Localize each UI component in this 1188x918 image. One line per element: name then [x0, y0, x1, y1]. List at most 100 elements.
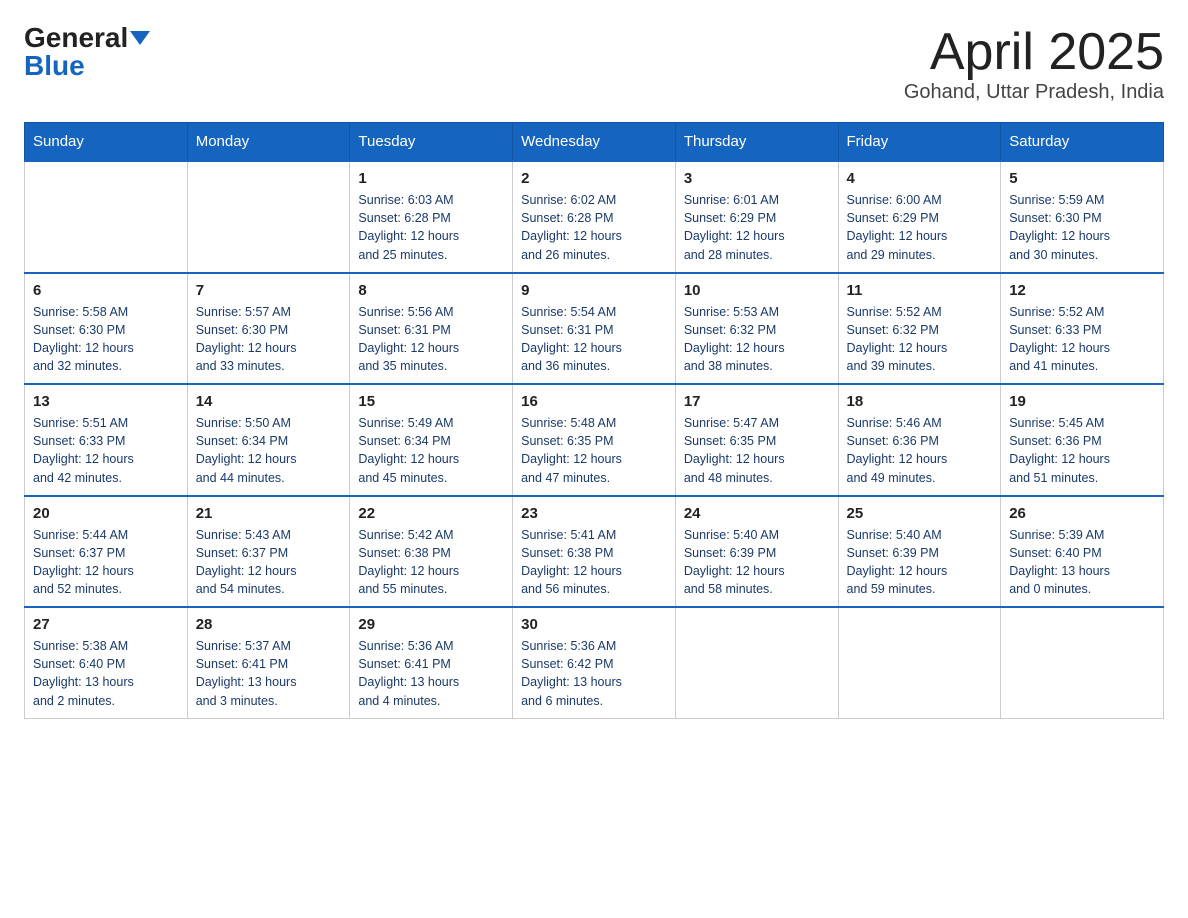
day-info: Sunrise: 5:41 AM Sunset: 6:38 PM Dayligh…	[521, 526, 667, 599]
day-info: Sunrise: 5:42 AM Sunset: 6:38 PM Dayligh…	[358, 526, 504, 599]
day-info: Sunrise: 5:36 AM Sunset: 6:41 PM Dayligh…	[358, 637, 504, 710]
day-info: Sunrise: 5:44 AM Sunset: 6:37 PM Dayligh…	[33, 526, 179, 599]
day-number: 6	[33, 282, 179, 299]
day-info: Sunrise: 5:53 AM Sunset: 6:32 PM Dayligh…	[684, 303, 830, 376]
day-of-week-header: Friday	[838, 123, 1001, 162]
day-of-week-header: Saturday	[1001, 123, 1164, 162]
day-info: Sunrise: 5:58 AM Sunset: 6:30 PM Dayligh…	[33, 303, 179, 376]
calendar-day-cell: 26 Sunrise: 5:39 AM Sunset: 6:40 PM Dayli…	[1001, 496, 1164, 608]
day-number: 11	[847, 282, 993, 299]
calendar-day-cell	[1001, 607, 1164, 718]
calendar-day-cell: 11 Sunrise: 5:52 AM Sunset: 6:32 PM Dayli…	[838, 273, 1001, 385]
calendar-day-cell: 30Sunrise: 5:36 AM Sunset: 6:42 PM Dayli…	[513, 607, 676, 718]
day-info: Sunrise: 5:56 AM Sunset: 6:31 PM Dayligh…	[358, 303, 504, 376]
calendar-day-cell: 18Sunrise: 5:46 AM Sunset: 6:36 PM Dayli…	[838, 384, 1001, 496]
day-info: Sunrise: 5:49 AM Sunset: 6:34 PM Dayligh…	[358, 414, 504, 487]
calendar-day-cell: 28 Sunrise: 5:37 AM Sunset: 6:41 PM Dayli…	[187, 607, 350, 718]
calendar-day-cell: 6 Sunrise: 5:58 AM Sunset: 6:30 PM Daylig…	[25, 273, 188, 385]
day-info: Sunrise: 5:50 AM Sunset: 6:34 PM Dayligh…	[196, 414, 342, 487]
calendar-body: 1Sunrise: 6:03 AM Sunset: 6:28 PM Daylig…	[25, 161, 1164, 718]
calendar-table: SundayMondayTuesdayWednesdayThursdayFrid…	[24, 122, 1164, 719]
calendar-day-cell: 7Sunrise: 5:57 AM Sunset: 6:30 PM Daylig…	[187, 273, 350, 385]
day-info: Sunrise: 5:45 AM Sunset: 6:36 PM Dayligh…	[1009, 414, 1155, 487]
day-number: 14	[196, 393, 342, 410]
day-info: Sunrise: 5:48 AM Sunset: 6:35 PM Dayligh…	[521, 414, 667, 487]
day-info: Sunrise: 5:38 AM Sunset: 6:40 PM Dayligh…	[33, 637, 179, 710]
calendar-day-cell	[25, 161, 188, 273]
calendar-day-cell: 10 Sunrise: 5:53 AM Sunset: 6:32 PM Dayli…	[675, 273, 838, 385]
day-info: Sunrise: 5:47 AM Sunset: 6:35 PM Dayligh…	[684, 414, 830, 487]
days-of-week-row: SundayMondayTuesdayWednesdayThursdayFrid…	[25, 123, 1164, 162]
day-number: 24	[684, 505, 830, 522]
calendar-week-row: 27 Sunrise: 5:38 AM Sunset: 6:40 PM Dayli…	[25, 607, 1164, 718]
day-of-week-header: Wednesday	[513, 123, 676, 162]
day-number: 13	[33, 393, 179, 410]
calendar-day-cell: 24 Sunrise: 5:40 AM Sunset: 6:39 PM Dayli…	[675, 496, 838, 608]
day-info: Sunrise: 6:01 AM Sunset: 6:29 PM Dayligh…	[684, 191, 830, 264]
calendar-day-cell: 12 Sunrise: 5:52 AM Sunset: 6:33 PM Dayli…	[1001, 273, 1164, 385]
calendar-day-cell	[187, 161, 350, 273]
logo-blue: Blue	[24, 52, 85, 80]
day-number: 9	[521, 282, 667, 299]
day-number: 26	[1009, 505, 1155, 522]
day-info: Sunrise: 5:39 AM Sunset: 6:40 PM Dayligh…	[1009, 526, 1155, 599]
day-info: Sunrise: 6:00 AM Sunset: 6:29 PM Dayligh…	[847, 191, 993, 264]
calendar-day-cell: 5 Sunrise: 5:59 AM Sunset: 6:30 PM Daylig…	[1001, 161, 1164, 273]
calendar-week-row: 13 Sunrise: 5:51 AM Sunset: 6:33 PM Dayli…	[25, 384, 1164, 496]
calendar-day-cell: 4 Sunrise: 6:00 AM Sunset: 6:29 PM Daylig…	[838, 161, 1001, 273]
day-info: Sunrise: 5:59 AM Sunset: 6:30 PM Dayligh…	[1009, 191, 1155, 264]
day-of-week-header: Tuesday	[350, 123, 513, 162]
day-number: 20	[33, 505, 179, 522]
day-number: 2	[521, 170, 667, 187]
day-info: Sunrise: 5:52 AM Sunset: 6:32 PM Dayligh…	[847, 303, 993, 376]
day-number: 22	[358, 505, 504, 522]
day-number: 4	[847, 170, 993, 187]
logo: General Blue	[24, 24, 150, 80]
day-number: 3	[684, 170, 830, 187]
day-info: Sunrise: 5:36 AM Sunset: 6:42 PM Dayligh…	[521, 637, 667, 710]
day-of-week-header: Monday	[187, 123, 350, 162]
day-number: 29	[358, 616, 504, 633]
calendar-day-cell	[675, 607, 838, 718]
day-number: 28	[196, 616, 342, 633]
day-number: 12	[1009, 282, 1155, 299]
calendar-day-cell: 23Sunrise: 5:41 AM Sunset: 6:38 PM Dayli…	[513, 496, 676, 608]
day-info: Sunrise: 6:02 AM Sunset: 6:28 PM Dayligh…	[521, 191, 667, 264]
day-number: 21	[196, 505, 342, 522]
calendar-day-cell: 8 Sunrise: 5:56 AM Sunset: 6:31 PM Daylig…	[350, 273, 513, 385]
day-info: Sunrise: 5:51 AM Sunset: 6:33 PM Dayligh…	[33, 414, 179, 487]
calendar-week-row: 20 Sunrise: 5:44 AM Sunset: 6:37 PM Dayli…	[25, 496, 1164, 608]
day-info: Sunrise: 6:03 AM Sunset: 6:28 PM Dayligh…	[358, 191, 504, 264]
calendar-day-cell: 17Sunrise: 5:47 AM Sunset: 6:35 PM Dayli…	[675, 384, 838, 496]
calendar-day-cell: 19 Sunrise: 5:45 AM Sunset: 6:36 PM Dayli…	[1001, 384, 1164, 496]
day-info: Sunrise: 5:37 AM Sunset: 6:41 PM Dayligh…	[196, 637, 342, 710]
day-info: Sunrise: 5:54 AM Sunset: 6:31 PM Dayligh…	[521, 303, 667, 376]
day-number: 15	[358, 393, 504, 410]
calendar-location: Gohand, Uttar Pradesh, India	[904, 81, 1164, 104]
day-number: 10	[684, 282, 830, 299]
calendar-header: SundayMondayTuesdayWednesdayThursdayFrid…	[25, 123, 1164, 162]
day-number: 5	[1009, 170, 1155, 187]
day-info: Sunrise: 5:40 AM Sunset: 6:39 PM Dayligh…	[684, 526, 830, 599]
day-number: 8	[358, 282, 504, 299]
day-of-week-header: Sunday	[25, 123, 188, 162]
calendar-week-row: 1Sunrise: 6:03 AM Sunset: 6:28 PM Daylig…	[25, 161, 1164, 273]
calendar-day-cell: 15 Sunrise: 5:49 AM Sunset: 6:34 PM Dayli…	[350, 384, 513, 496]
calendar-day-cell: 29 Sunrise: 5:36 AM Sunset: 6:41 PM Dayli…	[350, 607, 513, 718]
day-info: Sunrise: 5:52 AM Sunset: 6:33 PM Dayligh…	[1009, 303, 1155, 376]
logo-general: General	[24, 24, 128, 52]
day-info: Sunrise: 5:40 AM Sunset: 6:39 PM Dayligh…	[847, 526, 993, 599]
calendar-day-cell: 2 Sunrise: 6:02 AM Sunset: 6:28 PM Daylig…	[513, 161, 676, 273]
calendar-day-cell: 25Sunrise: 5:40 AM Sunset: 6:39 PM Dayli…	[838, 496, 1001, 608]
calendar-day-cell: 9 Sunrise: 5:54 AM Sunset: 6:31 PM Daylig…	[513, 273, 676, 385]
calendar-day-cell: 3 Sunrise: 6:01 AM Sunset: 6:29 PM Daylig…	[675, 161, 838, 273]
day-number: 27	[33, 616, 179, 633]
day-number: 18	[847, 393, 993, 410]
calendar-title: April 2025	[904, 24, 1164, 81]
calendar-day-cell: 27 Sunrise: 5:38 AM Sunset: 6:40 PM Dayli…	[25, 607, 188, 718]
calendar-day-cell	[838, 607, 1001, 718]
calendar-week-row: 6 Sunrise: 5:58 AM Sunset: 6:30 PM Daylig…	[25, 273, 1164, 385]
calendar-day-cell: 21Sunrise: 5:43 AM Sunset: 6:37 PM Dayli…	[187, 496, 350, 608]
calendar-day-cell: 14 Sunrise: 5:50 AM Sunset: 6:34 PM Dayli…	[187, 384, 350, 496]
day-number: 19	[1009, 393, 1155, 410]
